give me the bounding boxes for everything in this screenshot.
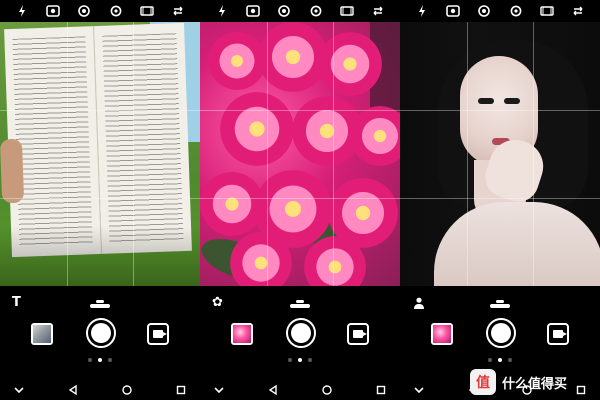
nav-home-icon[interactable] [320,383,334,397]
page-dot-active [298,358,302,362]
flower [220,92,294,166]
settings-icon[interactable] [308,4,324,18]
switch-camera-icon[interactable] [370,4,386,18]
mode-page-indicator [200,358,400,366]
nav-collapse-icon[interactable] [412,383,426,397]
left-eye [478,98,494,104]
shutter-button[interactable] [86,318,116,348]
camera-comparison: T ✿ 值 什么值得买 [0,0,600,400]
mode-page-indicator [0,358,200,366]
flower [258,22,328,92]
page-dot-active [98,358,102,362]
page-dot [508,358,512,362]
nav-home-icon[interactable] [120,383,134,397]
hdr-icon[interactable] [45,4,61,18]
viewfinder[interactable] [400,22,600,286]
flower [230,232,292,286]
film-icon[interactable] [139,4,155,18]
text-mode-icon[interactable]: T [12,296,26,310]
camera-bottom-area: T [0,286,200,400]
viewfinder[interactable] [0,22,200,286]
mode-drawer-handle[interactable] [490,300,510,310]
video-mode-button[interactable] [547,323,569,345]
portrait-scene-image [400,22,600,286]
hdr-icon[interactable] [245,4,261,18]
camera-top-toolbar [200,0,400,22]
book-shadow [0,226,200,286]
flower-mode-icon[interactable]: ✿ [212,296,226,310]
camera-panel-3 [400,0,600,400]
book-right-page [94,22,192,254]
finger-holding-book [0,138,25,204]
gallery-thumbnail[interactable] [31,323,53,345]
watermark-text: 什么值得买 [502,376,568,392]
book-scene-image [0,22,200,286]
nav-back-icon[interactable] [66,383,80,397]
open-book [0,22,192,258]
camera-panel-2: ✿ [200,0,400,400]
page-dot-active [498,358,502,362]
mode-page-indicator [400,358,600,366]
nav-recents-icon[interactable] [174,383,188,397]
flower [318,32,382,96]
video-mode-button[interactable] [347,323,369,345]
system-navigation-bar [0,380,200,400]
nav-collapse-icon[interactable] [12,383,26,397]
flower-scene-image [200,22,400,286]
nav-collapse-icon[interactable] [212,383,226,397]
system-navigation-bar [200,380,400,400]
video-mode-button[interactable] [147,323,169,345]
nav-recents-icon[interactable] [374,383,388,397]
live-photo-icon[interactable] [76,4,92,18]
flower [350,106,400,166]
shutter-button[interactable] [286,318,316,348]
film-icon[interactable] [539,4,555,18]
mode-drawer-handle[interactable] [290,300,310,310]
flash-icon[interactable] [214,4,230,18]
camera-panel-1: T [0,0,200,400]
switch-camera-icon[interactable] [170,4,186,18]
viewfinder[interactable] [200,22,400,286]
camera-bottom-area: ✿ [200,286,400,400]
shoulders [434,202,600,286]
site-watermark: 值 什么值得买 [470,368,596,396]
right-eye [504,98,520,104]
page-dot [488,358,492,362]
page-dot [308,358,312,362]
page-dot [88,358,92,362]
camera-top-toolbar [400,0,600,22]
watermark-logo-icon: 值 [470,369,496,395]
page-dot [108,358,112,362]
settings-icon[interactable] [508,4,524,18]
live-photo-icon[interactable] [476,4,492,18]
switch-camera-icon[interactable] [570,4,586,18]
live-photo-icon[interactable] [276,4,292,18]
mode-drawer-handle[interactable] [90,300,110,310]
hdr-icon[interactable] [445,4,461,18]
camera-top-toolbar [0,0,200,22]
settings-icon[interactable] [108,4,124,18]
gallery-thumbnail[interactable] [231,323,253,345]
flash-icon[interactable] [14,4,30,18]
gallery-thumbnail[interactable] [431,323,453,345]
flash-icon[interactable] [414,4,430,18]
nav-back-icon[interactable] [266,383,280,397]
page-dot [288,358,292,362]
shutter-button[interactable] [486,318,516,348]
film-icon[interactable] [339,4,355,18]
portrait-mode-icon[interactable] [412,296,426,310]
